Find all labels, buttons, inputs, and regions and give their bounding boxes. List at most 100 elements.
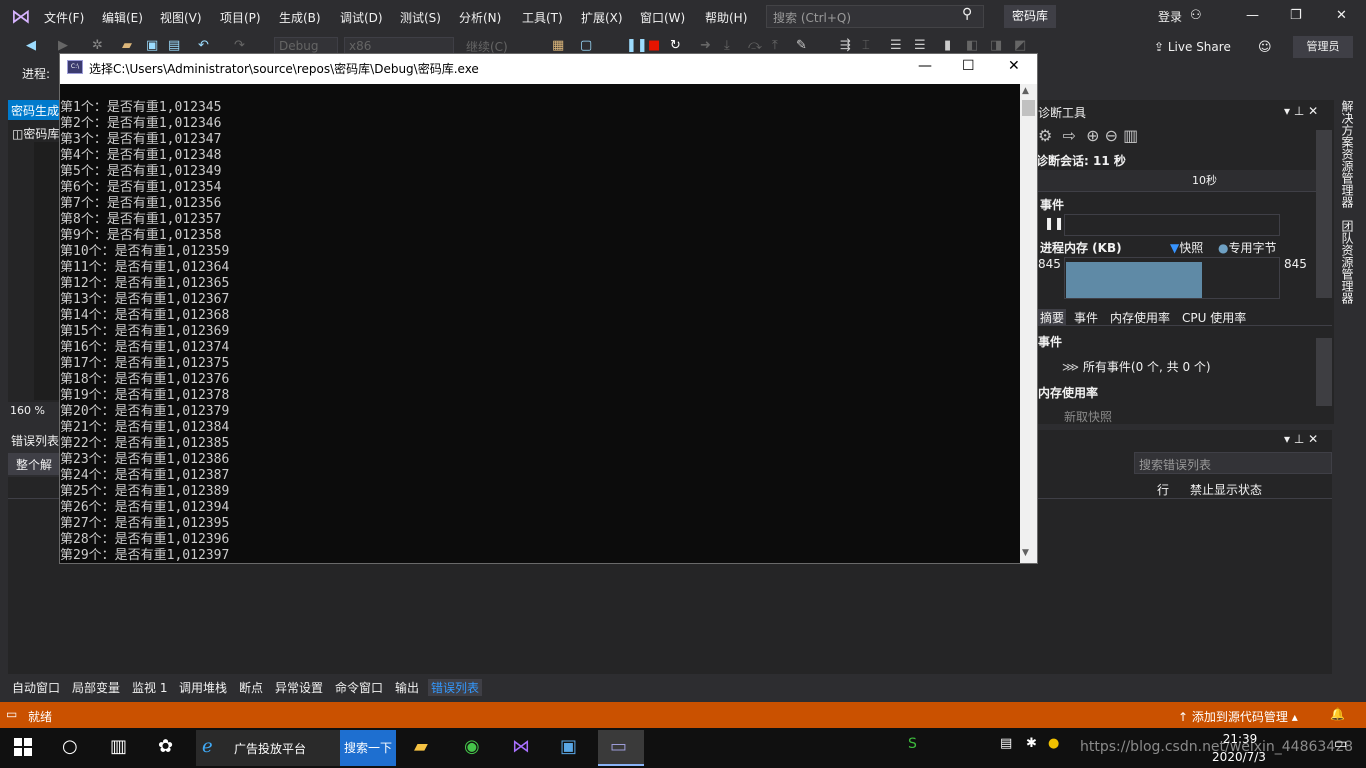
console-scroll-thumb[interactable] — [1022, 100, 1035, 116]
forward-icon[interactable]: ▶ — [58, 38, 68, 53]
open-file-icon[interactable]: ▰ — [122, 38, 132, 53]
tab-team-explorer[interactable]: 团队资源管理器 — [1340, 220, 1356, 304]
console-scrollbar[interactable] — [1020, 84, 1037, 563]
feedback-icon[interactable]: ☺ — [1258, 40, 1272, 55]
take-snapshot-button[interactable]: 新取快照 — [1064, 408, 1112, 425]
diagnostic-toolbar[interactable]: ⚙ ⇨ ⊕ ⊖ ▥ — [1038, 126, 1138, 145]
task-view-icon[interactable]: ▥ — [110, 736, 127, 757]
column-header-suppression[interactable]: 禁止显示状态 — [1190, 481, 1262, 498]
tab-locals[interactable]: 局部变量 — [72, 679, 120, 696]
tab-watch[interactable]: 监视 1 — [132, 679, 167, 696]
login-link[interactable]: 登录 — [1158, 8, 1182, 25]
tray-app-icon[interactable]: ● — [1048, 736, 1059, 751]
menu-edit[interactable]: 编辑(E) — [102, 9, 143, 26]
save-all-icon[interactable]: ▤ — [168, 38, 180, 53]
tab-output[interactable]: 输出 — [395, 679, 419, 696]
process-icon[interactable]: ▢ — [580, 38, 592, 53]
menu-file[interactable]: 文件(F) — [44, 9, 84, 26]
back-icon[interactable]: ◀ — [26, 38, 36, 53]
column-header-line[interactable]: 行 — [1157, 481, 1169, 498]
export-icon[interactable]: ⇨ — [1063, 126, 1076, 145]
close-icon[interactable]: ✕ — [1336, 8, 1347, 23]
stack-frame-icon[interactable]: ⌶ — [862, 38, 870, 53]
cortana-icon[interactable]: ○ — [62, 736, 78, 757]
quick-launch-search-input[interactable]: 搜索 (Ctrl+Q) — [766, 5, 984, 28]
live-share-button[interactable]: ⇪ Live Share — [1154, 40, 1231, 54]
editor-tab-active[interactable]: 密码生成 — [8, 100, 64, 120]
menu-analyze[interactable]: 分析(N) — [459, 9, 501, 26]
tab-breakpoints[interactable]: 断点 — [239, 679, 263, 696]
console-maximize-icon[interactable]: ☐ — [962, 58, 975, 74]
browser-360-icon[interactable]: ◉ — [464, 736, 480, 757]
console-close-icon[interactable]: ✕ — [1008, 58, 1020, 74]
tab-command-window[interactable]: 命令窗口 — [335, 679, 383, 696]
action-center-icon[interactable]: ▭ — [1334, 736, 1347, 752]
hot-reload-icon[interactable]: ✎ — [796, 38, 807, 53]
scrollbar[interactable] — [1316, 130, 1332, 298]
zoom-level[interactable]: 160 % — [8, 404, 64, 420]
code-editor[interactable] — [34, 142, 60, 400]
settings-icon[interactable]: ⚙ — [1038, 126, 1052, 145]
scroll-up-icon[interactable]: ▲ — [1022, 86, 1029, 96]
error-list-search-input[interactable]: 搜索错误列表 — [1134, 452, 1332, 474]
search-icon[interactable]: ⚲ — [962, 6, 972, 22]
all-events-link[interactable]: ⋙ 所有事件(0 个, 共 0 个) — [1062, 358, 1211, 375]
tab-solution-explorer[interactable]: 解决方案资源管理器 — [1340, 100, 1356, 208]
tab-memory-usage[interactable]: 内存使用率 — [1110, 309, 1170, 326]
menu-extensions[interactable]: 扩展(X) — [581, 9, 623, 26]
restart-icon[interactable]: ↻ — [670, 38, 681, 53]
step-into-icon[interactable]: ⤓ — [724, 38, 730, 53]
tab-exception-settings[interactable]: 异常设置 — [275, 679, 323, 696]
zoom-in-icon[interactable]: ⊕ — [1086, 126, 1099, 145]
menu-window[interactable]: 窗口(W) — [640, 9, 685, 26]
menu-project[interactable]: 项目(P) — [220, 9, 261, 26]
bookmark-icon[interactable]: ▮ — [944, 38, 951, 53]
tab-call-stack[interactable]: 调用堆栈 — [179, 679, 227, 696]
tab-summary[interactable]: 摘要 — [1038, 309, 1067, 326]
console-output[interactable]: 第1个：是否有重1,012345 第2个：是否有重1,012346 第3个：是否有重… — [60, 100, 1020, 562]
reset-view-icon[interactable]: ▥ — [1123, 126, 1138, 145]
zoom-out-icon[interactable]: ⊖ — [1105, 126, 1118, 145]
menu-build[interactable]: 生成(B) — [279, 9, 321, 26]
bookmark-prev-icon[interactable]: ◧ — [966, 38, 978, 53]
pinwheel-app-icon[interactable]: ✿ — [158, 736, 173, 757]
scrollbar[interactable] — [1316, 338, 1332, 406]
tab-error-list[interactable]: 错误列表 — [428, 679, 483, 696]
step-over-icon[interactable]: ⤼ — [748, 38, 762, 53]
pause-icon[interactable]: ❚❚ — [626, 38, 648, 53]
redo-icon[interactable]: ↷ — [234, 38, 245, 53]
menu-debug[interactable]: 调试(D) — [340, 9, 383, 26]
taskbar-search-button[interactable]: 搜索一下 — [340, 730, 396, 766]
windows-start-icon[interactable] — [14, 738, 32, 756]
clock-time[interactable]: 21:39 — [1212, 732, 1268, 746]
bookmark-clear-icon[interactable]: ◩ — [1014, 38, 1026, 53]
tab-cpu-usage[interactable]: CPU 使用率 — [1182, 309, 1246, 326]
show-next-statement-icon[interactable]: ➜ — [700, 38, 711, 53]
sogou-input-icon[interactable]: S — [908, 736, 917, 752]
new-project-icon[interactable]: ✲ — [92, 38, 103, 53]
package-icon[interactable]: ▦ — [552, 38, 564, 53]
align-left-icon[interactable]: ☰ — [890, 38, 902, 53]
bookmark-next-icon[interactable]: ◨ — [990, 38, 1002, 53]
tab-events[interactable]: 事件 — [1074, 309, 1098, 326]
navigation-bar-project[interactable]: ◫密码库 — [12, 125, 59, 142]
thread-icon[interactable]: ⇶ — [840, 38, 851, 53]
panel-controls[interactable]: ▾ ⊥ ✕ — [1284, 432, 1318, 446]
menu-test[interactable]: 测试(S) — [400, 9, 441, 26]
file-explorer-icon[interactable]: ▰ — [414, 736, 428, 757]
notification-icon[interactable]: 🔔 — [1330, 707, 1345, 721]
scroll-down-icon[interactable]: ▼ — [1022, 548, 1029, 558]
add-to-source-control-button[interactable]: ↑ 添加到源代码管理 ▴ — [1178, 708, 1298, 725]
timeline-ruler[interactable] — [1036, 170, 1316, 192]
visual-studio-logo-icon[interactable]: ⋈ — [8, 4, 34, 28]
menu-view[interactable]: 视图(V) — [160, 9, 202, 26]
restore-icon[interactable]: ❐ — [1290, 8, 1302, 23]
error-list-scope-select[interactable]: 整个解 — [8, 453, 64, 475]
network-icon[interactable]: ▤ — [1000, 736, 1012, 751]
console-minimize-icon[interactable]: — — [918, 58, 932, 74]
bluetooth-icon[interactable]: ✱ — [1026, 736, 1037, 751]
minimize-icon[interactable]: — — [1246, 8, 1259, 23]
stop-icon[interactable]: ■ — [648, 38, 660, 53]
clock-date[interactable]: 2020/7/3 — [1204, 750, 1274, 764]
account-icon[interactable]: ⚇ — [1190, 8, 1202, 23]
